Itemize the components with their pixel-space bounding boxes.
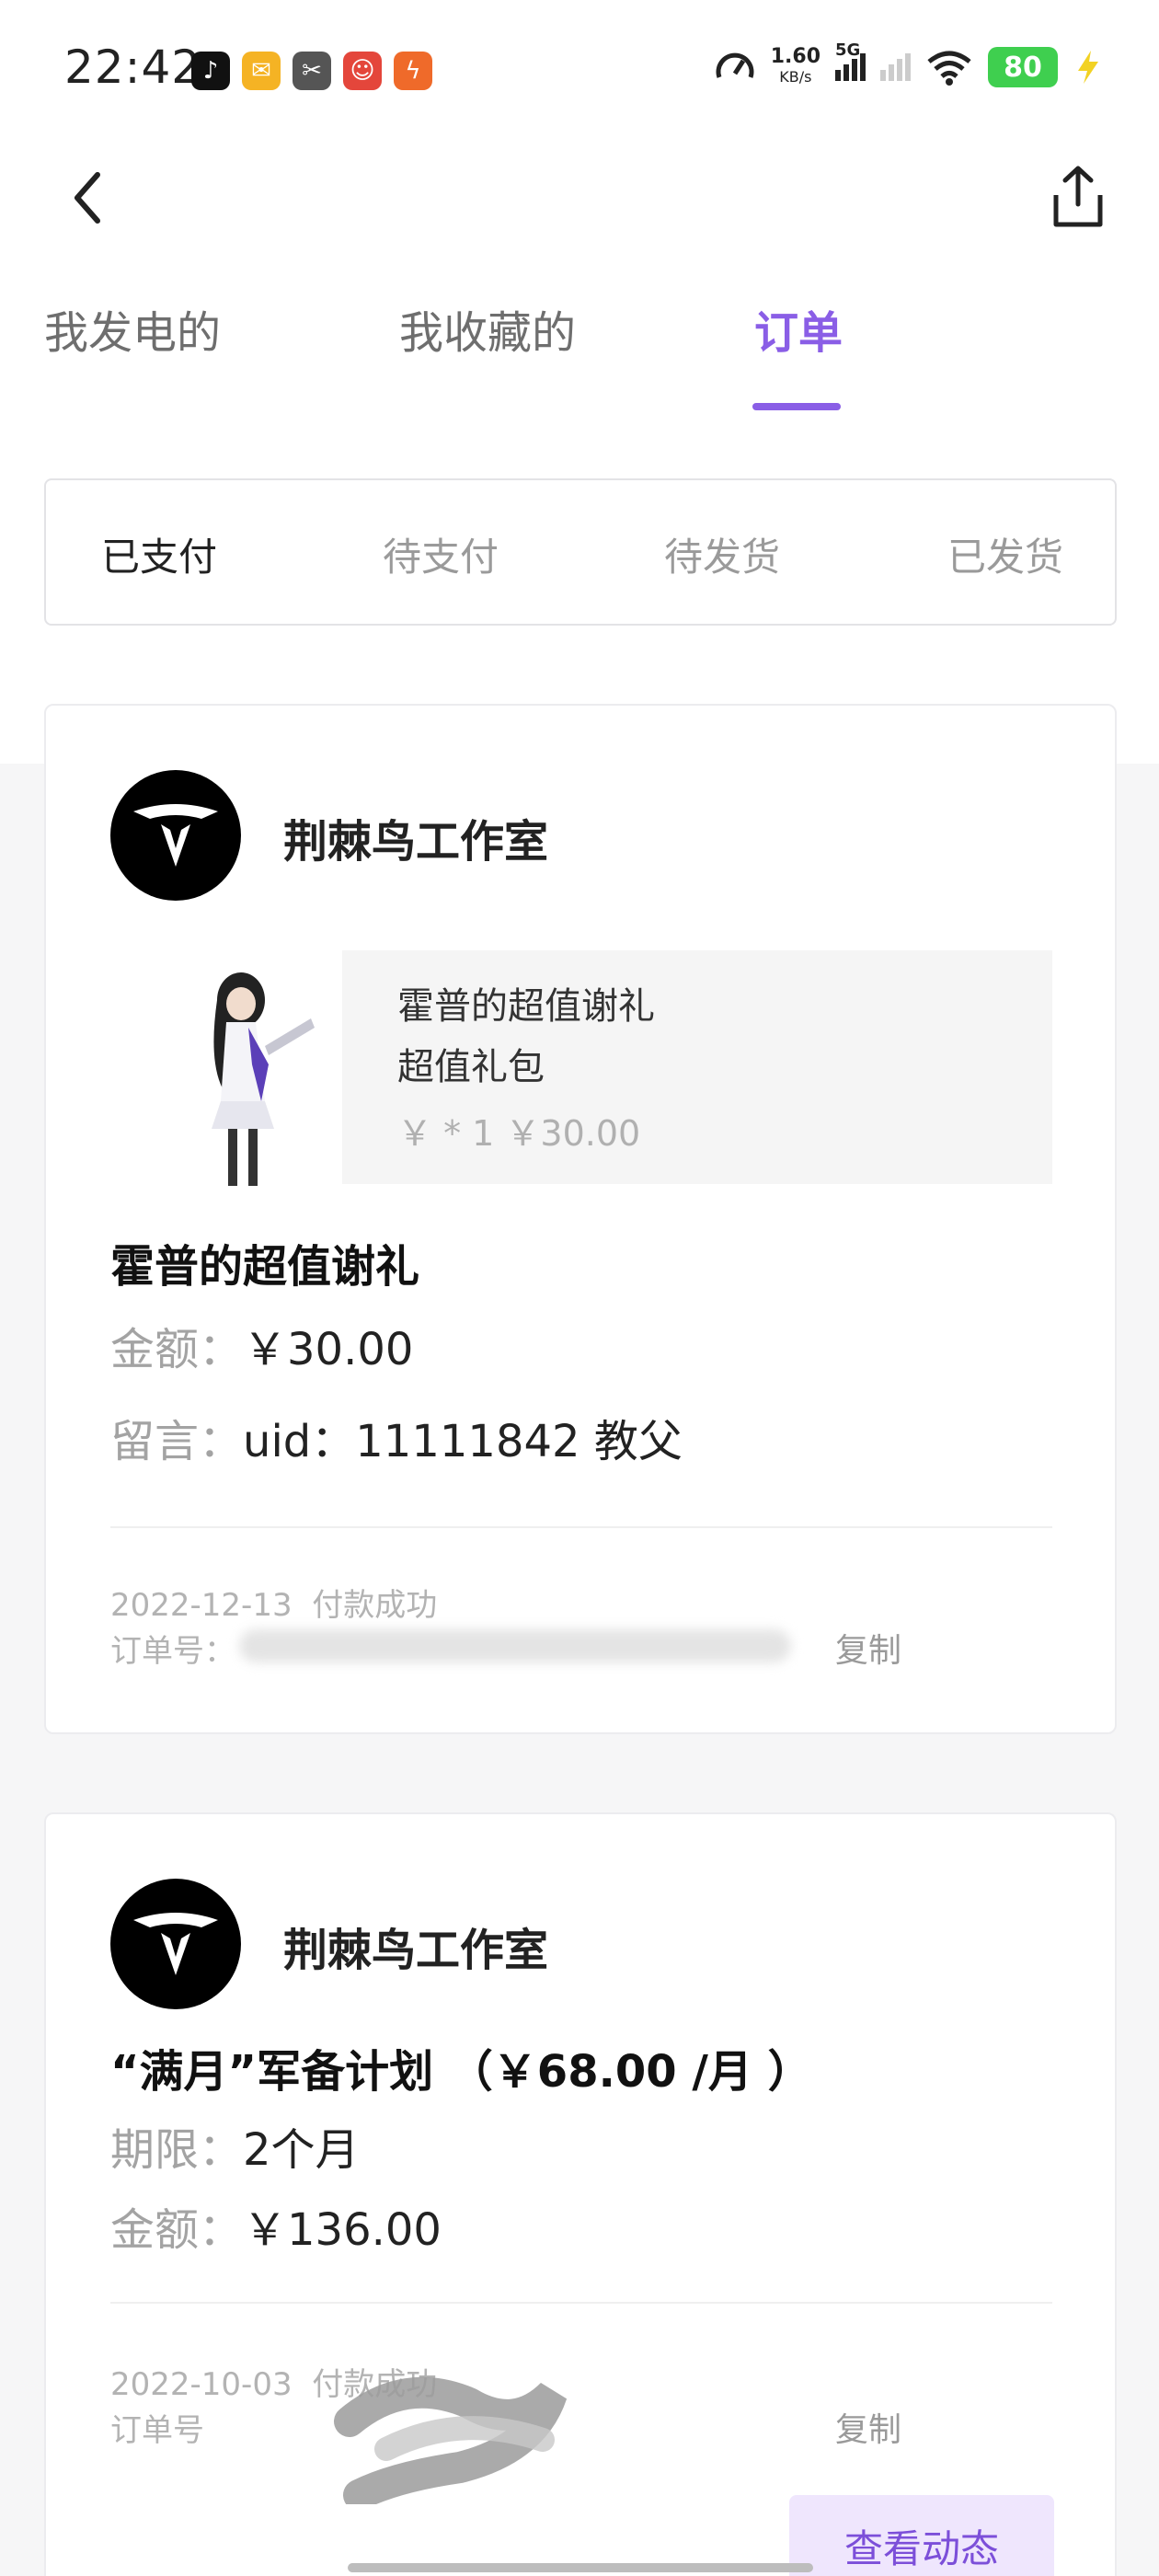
mail-icon: ✉ [242,52,281,90]
wifi-icon [927,51,971,86]
order-card[interactable]: 荆棘鸟工作室 “满月”军备计划 （￥68.00 /月 ） 期限：2个月 金额：￥… [44,1812,1117,2576]
copy-button[interactable]: 复制 [835,2403,901,2451]
shop-name[interactable]: 荆棘鸟工作室 [283,1914,548,1978]
product-image[interactable] [156,963,340,1193]
subtab-to-ship[interactable]: 待发货 [664,526,780,582]
share-icon[interactable] [1049,164,1107,230]
status-bar: 22:42 ♪ ✉ ✂ ☺ ϟ 1.60 KB/s 5G 80 [0,0,1159,138]
tab-favorites[interactable]: 我收藏的 [399,296,576,361]
redaction-scribble [334,2376,568,2504]
divider [110,1526,1052,1528]
order-status-tabs: 已支付 待支付 待发货 已发货 [44,478,1117,626]
subtab-shipped[interactable]: 已发货 [947,526,1063,582]
battery-indicator: 80 [988,47,1058,87]
order-amount: 金额：￥30.00 [110,1324,414,1375]
order-card[interactable]: 荆棘鸟工作室 霍普的超值谢礼 超值礼包 ￥ * 1 ￥30.00 霍普的超值谢礼… [44,704,1117,1734]
main-tabs: 我发电的 我收藏的 订单 [0,285,1159,414]
subtab-paid[interactable]: 已支付 [101,526,217,582]
signal-5g-icon: 5G [835,40,866,81]
subtab-unpaid[interactable]: 待支付 [383,526,499,582]
active-tab-indicator [752,403,841,410]
tab-orders[interactable]: 订单 [754,296,843,361]
order-title: 霍普的超值谢礼 [110,1241,420,1293]
order-number: 订单号： [110,1633,235,1670]
order-amount: 金额：￥136.00 [110,2204,442,2256]
order-title: “满月”军备计划 （￥68.00 /月 ） [110,2046,812,2098]
copy-button[interactable]: 复制 [835,1624,901,1672]
tab-powered[interactable]: 我发电的 [44,296,221,361]
tiktok-icon: ♪ [191,52,230,90]
order-note: 留言：uid：11111842 教父 [110,1416,683,1467]
charging-icon [1078,51,1098,84]
speed-meter-icon [716,52,754,78]
shop-avatar[interactable] [110,770,241,901]
order-date-status: 2022-12-13 付款成功 [110,1587,438,1624]
order-period: 期限：2个月 [110,2124,360,2176]
shop-name[interactable]: 荆棘鸟工作室 [283,805,548,869]
product-price: ￥ * 1 ￥30.00 [397,1113,641,1154]
divider [110,2302,1052,2304]
capcut-icon: ✂ [293,52,331,90]
back-icon[interactable] [64,166,110,230]
view-dynamic-button[interactable]: 查看动态 [789,2495,1054,2576]
redacted-order-number [239,1629,791,1662]
thornbird-logo-icon [133,804,218,867]
notification-icons: ♪ ✉ ✂ ☺ ϟ [191,52,432,90]
shop-avatar[interactable] [110,1879,241,2009]
product-subtitle: 超值礼包 [397,1046,545,1088]
game-icon: ☺ [343,52,382,90]
thornbird-logo-icon [133,1913,218,1975]
system-indicators: 1.60 KB/s 5G 80 [714,40,1104,88]
header: 我发电的 我收藏的 订单 已支付 待支付 待发货 已发货 [0,138,1159,764]
net-speed: 1.60 KB/s [770,45,820,86]
home-indicator[interactable] [348,2563,813,2572]
signal-secondary-icon [880,53,911,81]
product-summary[interactable]: 霍普的超值谢礼 超值礼包 ￥ * 1 ￥30.00 [342,950,1052,1184]
status-time: 22:42 [64,40,202,94]
product-title: 霍普的超值谢礼 [397,985,655,1028]
app-icon: ϟ [394,52,432,90]
order-number: 订单号 [110,2412,204,2449]
